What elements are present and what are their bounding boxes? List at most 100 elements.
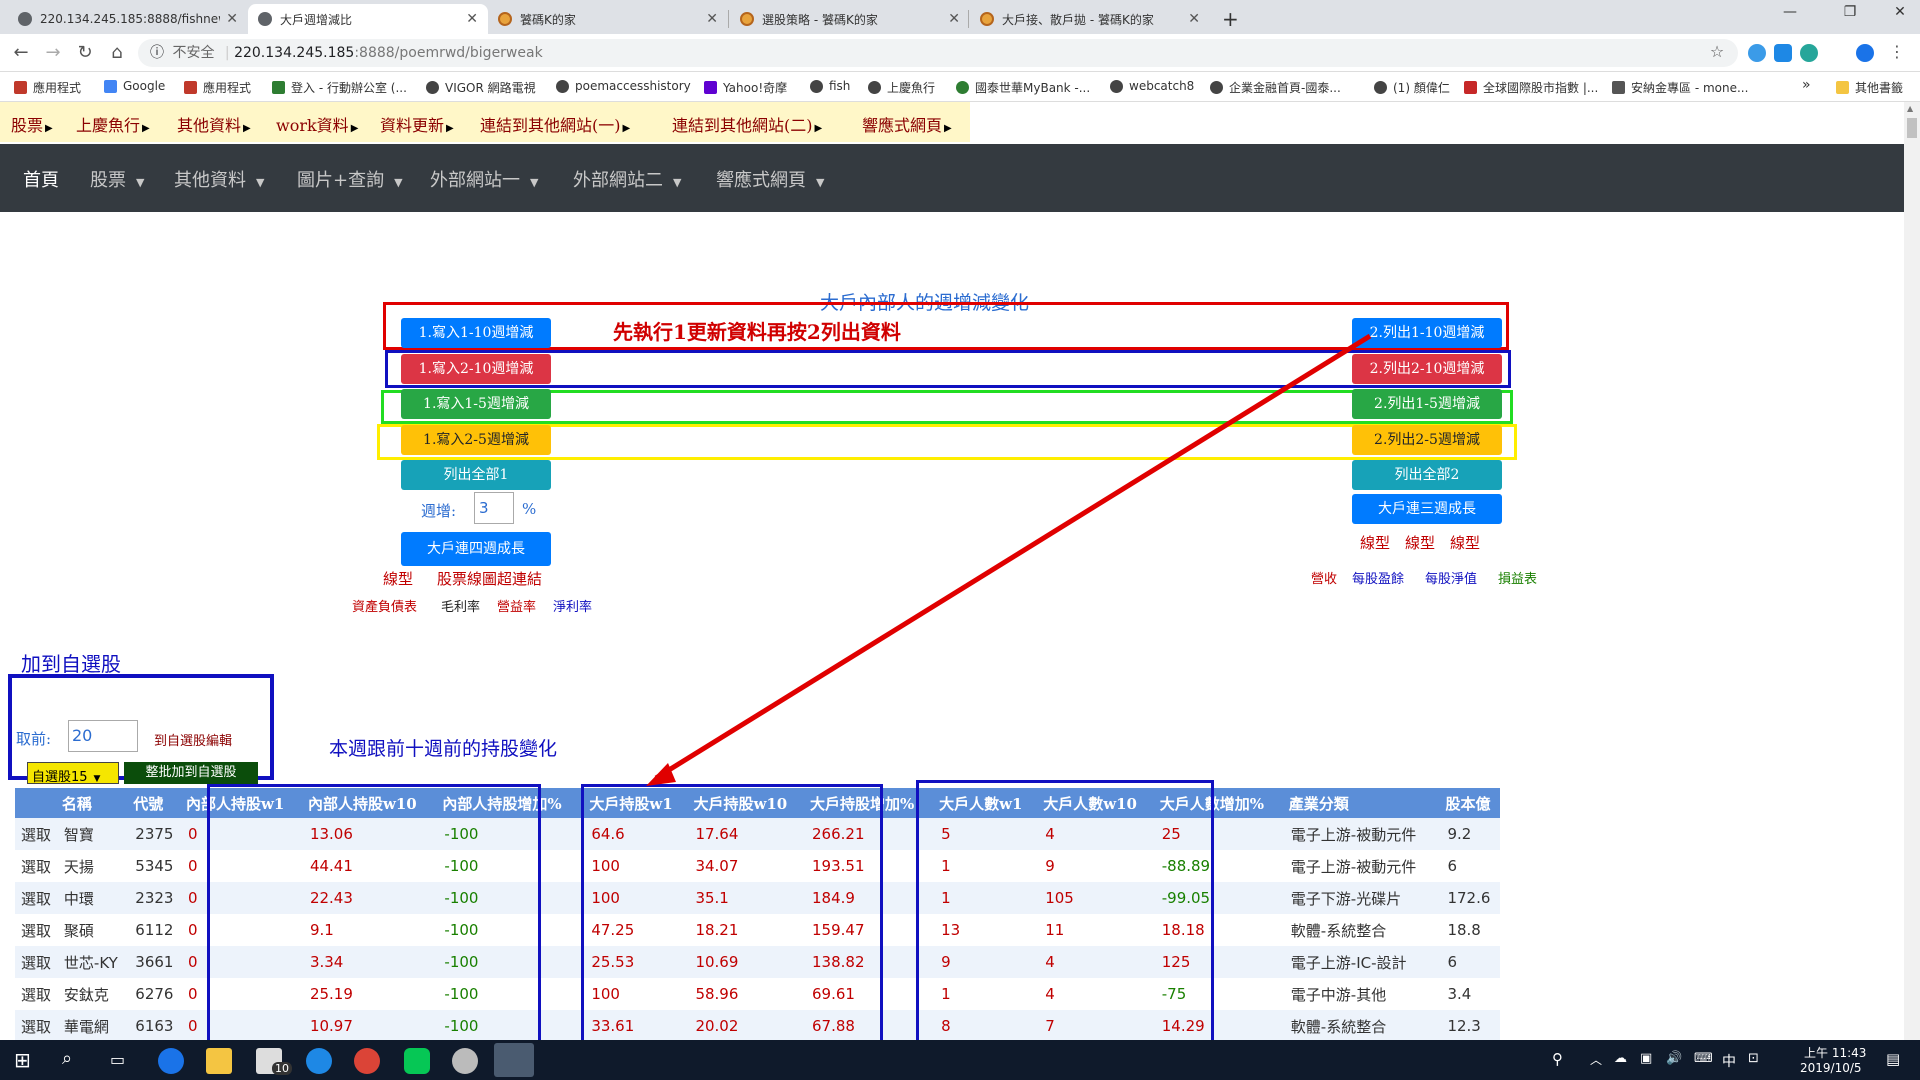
bookmark-label: 應用程式 — [203, 81, 252, 95]
tab-3[interactable]: 饕碼K的家 ✕ — [488, 4, 728, 34]
bookmark-facebook[interactable]: (1) 顏偉仁 — [1374, 79, 1450, 96]
bookmark-webcatch[interactable]: webcatch8 — [1110, 79, 1194, 93]
chrome-icon[interactable] — [354, 1048, 380, 1074]
scroll-thumb[interactable] — [1907, 118, 1917, 138]
file-explorer-icon[interactable] — [206, 1048, 232, 1074]
bookmark-poem[interactable]: poemaccesshistory — [556, 79, 691, 93]
browser-tab-strip: 220.134.245.185:8888/fishnew/ ✕ 大戶週增減比 ✕… — [0, 0, 1920, 34]
scroll-up-icon[interactable]: ▲ — [1907, 104, 1913, 113]
bookmark-label: 企業金融首頁-國泰... — [1229, 81, 1341, 95]
app-icon[interactable] — [452, 1048, 478, 1074]
menu-icon[interactable]: ⋮ — [1886, 42, 1908, 61]
volume-icon[interactable]: 🔊 — [1666, 1051, 1682, 1066]
tab-separator — [728, 10, 729, 28]
other-bookmarks[interactable]: 其他書籤 — [1836, 79, 1903, 96]
url-bar[interactable]: ⓘ 不安全 | 220.134.245.185:8888/poemrwd/big… — [138, 39, 1738, 67]
cloud-extension-icon[interactable] — [1748, 44, 1766, 62]
bookmark-yahoo[interactable]: Yahoo!奇摩 — [704, 79, 787, 96]
site-logo-icon — [740, 12, 754, 26]
bookmark-apps-2[interactable]: 應用程式 — [184, 79, 251, 96]
folder-icon — [1836, 81, 1849, 94]
bookmark-label: Google — [123, 79, 166, 93]
new-tab-button[interactable]: + — [1212, 4, 1242, 34]
tab-4[interactable]: 選股策略 - 饕碼K的家 ✕ — [730, 4, 970, 34]
page-scrollbar[interactable]: ▲ — [1904, 102, 1920, 1048]
tray-chevron-icon[interactable]: ︿ — [1590, 1051, 1602, 1068]
close-icon[interactable]: ✕ — [226, 11, 238, 27]
line-icon[interactable] — [404, 1048, 430, 1074]
close-icon[interactable]: ✕ — [706, 11, 718, 27]
bookmark-login[interactable]: 登入 - 行動辦公室 (... — [272, 79, 407, 96]
tab-2-active[interactable]: 大戶週增減比 ✕ — [248, 4, 488, 34]
address-toolbar: ← → ↻ ⌂ ⓘ 不安全 | 220.134.245.185:8888/poe… — [0, 34, 1920, 72]
gear-extension-icon[interactable] — [1800, 44, 1818, 62]
ime-indicator[interactable]: 中 — [1722, 1051, 1736, 1071]
tab-title: 220.134.245.185:8888/fishnew/ — [40, 12, 221, 26]
tab-5[interactable]: 大戶接、散戶拋 - 饕碼K的家 ✕ — [970, 4, 1210, 34]
bank-icon — [956, 81, 969, 94]
star-icon[interactable]: ☆ — [1706, 42, 1728, 61]
site-logo-icon — [980, 12, 994, 26]
tab-separator — [968, 10, 969, 28]
globe-icon — [426, 81, 439, 94]
bookmarks-overflow[interactable]: » — [1802, 77, 1811, 93]
bookmark-anakin[interactable]: 安納金專區 - mone... — [1612, 79, 1748, 96]
globe-icon — [1210, 81, 1223, 94]
onedrive-icon[interactable]: ☁ — [1614, 1051, 1627, 1066]
bookmark-label: 應用程式 — [33, 81, 82, 95]
network-icon[interactable]: ▣ — [1640, 1051, 1652, 1066]
bookmark-index[interactable]: 全球國際股市指數 |... — [1464, 79, 1598, 96]
globe-icon — [1110, 79, 1123, 93]
tab-title: 饕碼K的家 — [520, 12, 576, 27]
reload-icon[interactable]: ↻ — [74, 42, 96, 63]
bookmark-fish[interactable]: fish — [810, 79, 850, 93]
minimize-button[interactable]: — — [1770, 4, 1810, 20]
notification-icon[interactable]: ▤ — [1886, 1050, 1900, 1068]
url-host: 220.134.245.185 — [234, 45, 355, 61]
page-content: 股票 ▶ 上慶魚行 ▶ 其他資料 ▶ work資料 ▶ 資料更新 ▶ 連結到其他網站(一)… — [0, 102, 1904, 1048]
back-icon[interactable]: ← — [10, 42, 32, 63]
clock-time[interactable]: 上午 11:43 — [1804, 1044, 1866, 1061]
snipping-tool-icon[interactable] — [494, 1043, 534, 1077]
ie-icon[interactable] — [306, 1048, 332, 1074]
bookmark-label: 全球國際股市指數 |... — [1483, 81, 1599, 95]
yahoo-icon — [704, 81, 717, 94]
bookmark-label: fish — [829, 79, 851, 93]
close-icon[interactable]: ✕ — [948, 11, 960, 27]
s-extension-icon[interactable] — [1774, 44, 1792, 62]
bookmark-apps[interactable]: 應用程式 — [14, 79, 81, 96]
close-icon[interactable]: ✕ — [1188, 11, 1200, 27]
windows-start-icon[interactable]: ⊞ — [14, 1048, 31, 1072]
tab-1[interactable]: 220.134.245.185:8888/fishnew/ ✕ — [8, 4, 248, 34]
globe-icon — [258, 12, 272, 26]
people-icon[interactable]: ⚲ — [1552, 1050, 1563, 1068]
tab-title: 選股策略 - 饕碼K的家 — [762, 12, 878, 27]
close-icon[interactable]: ✕ — [466, 11, 478, 27]
task-view-icon[interactable]: ▭ — [110, 1050, 125, 1069]
info-icon[interactable]: ⓘ — [150, 45, 164, 61]
globe-icon — [1374, 81, 1387, 94]
bookmark-label: webcatch8 — [1129, 79, 1195, 93]
site-icon — [1612, 81, 1625, 94]
mail-badge: 10 — [272, 1062, 292, 1075]
bookmark-cathay[interactable]: 國泰世華MyBank -... — [956, 79, 1090, 96]
bookmark-google[interactable]: Google — [104, 79, 165, 93]
bookmark-label: 上慶魚行 — [887, 81, 936, 95]
search-icon[interactable]: ⌕ — [62, 1048, 72, 1069]
close-window-button[interactable]: ✕ — [1880, 4, 1920, 20]
maximize-button[interactable]: ❐ — [1830, 4, 1870, 20]
forward-icon[interactable]: → — [42, 42, 64, 63]
bookmarks-bar: 應用程式 Google 應用程式 登入 - 行動辦公室 (... VIGOR 網… — [0, 72, 1920, 102]
bookmark-shop[interactable]: 上慶魚行 — [868, 79, 935, 96]
home-icon[interactable]: ⌂ — [106, 42, 128, 63]
bookmark-finance[interactable]: 企業金融首頁-國泰... — [1210, 79, 1341, 96]
ime-mode-icon[interactable]: ⊡ — [1748, 1051, 1759, 1066]
w-icon — [1464, 81, 1477, 94]
bookmark-vigor[interactable]: VIGOR 網路電視 — [426, 79, 536, 96]
avatar[interactable] — [1856, 44, 1874, 62]
bookmark-label: 登入 - 行動辦公室 (... — [291, 81, 407, 95]
clock-date[interactable]: 2019/10/5 — [1800, 1061, 1862, 1075]
keyboard-icon[interactable]: ⌨ — [1694, 1051, 1713, 1066]
edge-icon[interactable] — [158, 1048, 184, 1074]
globe-icon — [18, 12, 32, 26]
